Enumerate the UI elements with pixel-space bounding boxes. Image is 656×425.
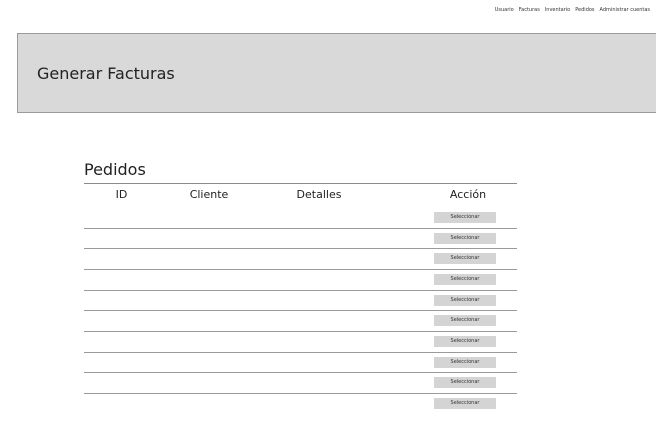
orders-table-body: Seleccionar Seleccionar Seleccionar Selecci… bbox=[84, 208, 517, 414]
table-row: Seleccionar bbox=[84, 208, 517, 229]
nav-link-administrar-cuentas[interactable]: Administrar cuentas bbox=[600, 7, 650, 13]
column-header-detalles: Detalles bbox=[296, 188, 342, 201]
table-row: Seleccionar bbox=[84, 249, 517, 270]
select-order-button[interactable]: Seleccionar bbox=[434, 315, 496, 326]
select-order-button[interactable]: Seleccionar bbox=[434, 336, 496, 347]
table-row: Seleccionar bbox=[84, 394, 517, 414]
section-divider bbox=[84, 183, 517, 184]
nav-link-pedidos[interactable]: Pedidos bbox=[575, 7, 594, 13]
page: Usuario Facturas Inventario Pedidos Admi… bbox=[0, 0, 656, 425]
select-order-button[interactable]: Seleccionar bbox=[434, 377, 496, 388]
nav-link-usuario[interactable]: Usuario bbox=[495, 7, 514, 13]
select-order-button[interactable]: Seleccionar bbox=[434, 357, 496, 368]
table-row: Seleccionar bbox=[84, 373, 517, 394]
select-order-button[interactable]: Seleccionar bbox=[434, 398, 496, 409]
column-header-accion: Acción bbox=[449, 188, 487, 201]
nav-link-inventario[interactable]: Inventario bbox=[545, 7, 570, 13]
select-order-button[interactable]: Seleccionar bbox=[434, 233, 496, 244]
nav-link-facturas[interactable]: Facturas bbox=[519, 7, 540, 13]
table-row: Seleccionar bbox=[84, 229, 517, 249]
page-title: Generar Facturas bbox=[37, 64, 175, 83]
select-order-button[interactable]: Seleccionar bbox=[434, 253, 496, 264]
top-navigation: Usuario Facturas Inventario Pedidos Admi… bbox=[495, 7, 650, 13]
column-header-cliente: Cliente bbox=[189, 188, 229, 201]
select-order-button[interactable]: Seleccionar bbox=[434, 295, 496, 306]
select-order-button[interactable]: Seleccionar bbox=[434, 274, 496, 285]
table-row: Seleccionar bbox=[84, 311, 517, 332]
table-row: Seleccionar bbox=[84, 291, 517, 311]
table-row: Seleccionar bbox=[84, 270, 517, 291]
orders-table-header: ID Cliente Detalles Acción bbox=[84, 188, 517, 206]
table-row: Seleccionar bbox=[84, 353, 517, 373]
column-header-id: ID bbox=[115, 188, 128, 201]
header-banner: Generar Facturas bbox=[17, 33, 656, 113]
select-order-button[interactable]: Seleccionar bbox=[434, 212, 496, 223]
orders-section-title: Pedidos bbox=[84, 160, 146, 179]
table-row: Seleccionar bbox=[84, 332, 517, 353]
